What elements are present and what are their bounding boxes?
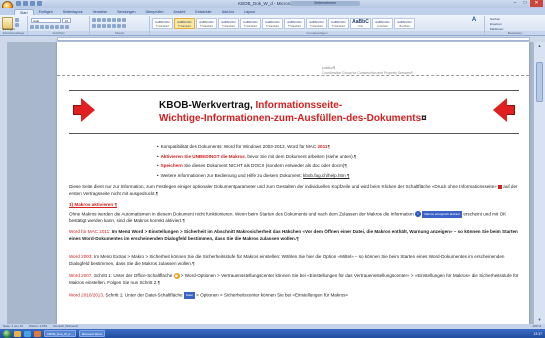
italic-icon[interactable]	[35, 25, 39, 29]
style-item[interactable]: AaBbCcDc ¶ Standard	[152, 18, 173, 29]
paste-button[interactable]: Einfügen	[2, 17, 15, 31]
title-bar: KBOB_Dok_W_d - Microsoft Word Seitenrahm…	[0, 0, 545, 12]
minimize-button[interactable]: –	[510, 0, 520, 7]
arrow-right-head-icon	[81, 98, 95, 122]
scroll-thumb[interactable]	[536, 62, 543, 102]
borders-icon[interactable]	[122, 24, 126, 28]
vertical-scrollbar[interactable]: ▲ ▼	[533, 42, 545, 324]
style-item[interactable]: AaBbCcDc ¶ Standard	[240, 18, 261, 29]
arrow-left-head-icon	[493, 98, 507, 122]
shading-icon[interactable]	[117, 24, 121, 28]
increase-indent-icon[interactable]	[112, 18, 116, 22]
info-banner: KBOB-Werkvertrag, Informationsseite- Wic…	[69, 90, 519, 134]
group-label-font: Schriftart	[28, 31, 89, 35]
list-item: • Weitere Informationen zur Bedienung und…	[157, 172, 350, 178]
cut-icon[interactable]	[15, 18, 19, 22]
word2003-paragraph: Word 2003: Im Menü Extras > Makro > Sich…	[69, 254, 505, 266]
macro-info-tooltip: Makros erfolgreich aktiviert	[422, 211, 463, 218]
taskbar: KBOB_Dok_W_d... Microsoft Word 13:37	[0, 329, 545, 338]
find-button[interactable]: Suchen	[490, 17, 503, 21]
maximize-button[interactable]: □	[520, 0, 530, 7]
sort-icon[interactable]	[117, 18, 121, 22]
header-separator	[57, 75, 529, 76]
file-button-icon: Datei	[183, 292, 195, 299]
style-item-book-title[interactable]: AaBbCcDc Buchtitel	[394, 18, 415, 29]
ribbon: Einfügen Zwischenablage Arial 10 Schrift…	[0, 15, 545, 36]
highlight-icon[interactable]	[60, 25, 64, 29]
multilevel-list-icon[interactable]	[102, 18, 106, 22]
group-clipboard: Einfügen Zwischenablage	[0, 16, 28, 35]
mac-paragraph: Word für MAC 2011: Im Menü Word > Einste…	[69, 229, 518, 241]
group-label-paragraph: Absatz	[90, 31, 149, 35]
style-item[interactable]: AaBbCcDc ¶ Standard	[196, 18, 217, 29]
browser-icon[interactable]	[24, 330, 31, 337]
section-heading: 1) Makros aktivieren ¶	[69, 202, 118, 207]
scroll-down-icon[interactable]: ▼	[535, 317, 544, 323]
font-name-select[interactable]: Arial	[31, 18, 61, 23]
copy-icon[interactable]	[15, 23, 19, 27]
strikethrough-icon[interactable]	[45, 25, 49, 29]
window-controls: – □ ✕	[510, 0, 543, 7]
align-center-icon[interactable]	[97, 24, 101, 28]
group-label-styles: Formatvorlagen	[150, 31, 484, 35]
word2007-paragraph: Word 2007, Schritt 1: Unter der Office-S…	[69, 273, 519, 285]
banner-title: KBOB-Werkvertrag, Informationsseite- Wic…	[159, 100, 427, 124]
group-label-clipboard: Zwischenablage	[0, 31, 27, 35]
window-title: KBOB_Dok_W_d - Microsoft Word	[238, 1, 307, 6]
list-item: • Speichern Sie dieses Dokument NICHT als…	[157, 163, 347, 169]
key-info-list: • Kompatibilität des Dokuments: Word für …	[157, 142, 356, 180]
style-item[interactable]: AaBbCcDc ¶ Standard	[328, 18, 349, 29]
align-left-icon[interactable]	[92, 24, 96, 28]
replace-button[interactable]: Ersetzen	[490, 22, 503, 26]
style-item[interactable]: AaBbCcDc ¶ Standard	[218, 18, 239, 29]
line-spacing-icon[interactable]	[112, 24, 116, 28]
bullets-icon[interactable]	[92, 18, 96, 22]
media-icon[interactable]	[34, 330, 41, 337]
intro-paragraph: Diese Seite dient nur zur Information, z…	[69, 184, 518, 196]
editing-commands: Suchen Ersetzen Markieren	[490, 17, 503, 31]
style-item[interactable]: AaBbCcDc ¶ Standard	[284, 18, 305, 29]
align-right-icon[interactable]	[102, 24, 106, 28]
scroll-up-icon[interactable]: ▲	[535, 43, 544, 49]
numbering-icon[interactable]	[97, 18, 101, 22]
style-item[interactable]: AaBbCcDc ¶ Standard	[262, 18, 283, 29]
select-button[interactable]: Markieren	[490, 27, 503, 31]
style-item[interactable]: AaBbCcDc ¶ Standard	[306, 18, 327, 29]
explorer-icon[interactable]	[14, 330, 21, 337]
justify-icon[interactable]	[107, 24, 111, 28]
clock: 13:37	[533, 331, 543, 336]
list-item: • Kompatibilität des Dokuments: Word für …	[157, 144, 330, 149]
group-paragraph: Absatz	[90, 16, 150, 35]
styles-gallery: AaBbCcDc ¶ Standard AaBbCcDc ¶ Standard Aa…	[152, 18, 415, 29]
help-link[interactable]: kbob.fag.ch/help.htm ¶	[303, 173, 349, 178]
close-button[interactable]: ✕	[530, 0, 543, 7]
change-styles-button[interactable]: A	[467, 17, 481, 29]
word2010-paragraph: Word 2010/2013, Schritt 1: Unter der Dat…	[69, 292, 349, 299]
start-button[interactable]	[3, 329, 11, 338]
info-icon: i	[414, 211, 421, 218]
ribbon-tabs: Start Einfügen Seitenlayout Verweise Sen…	[0, 8, 545, 15]
document-page[interactable]: publikol¶ Coordination Group for Constru…	[57, 42, 529, 324]
group-label-editing: Bearbeiten	[485, 31, 545, 35]
style-item-title[interactable]: AaBbC Titel	[350, 18, 371, 29]
style-item[interactable]: AaBbCcDc ¶ Standard	[174, 18, 195, 29]
macro-paragraph: Ohne Makros werden die Automatismen in d…	[69, 211, 507, 223]
context-tab-hint: Seitenrahmen	[290, 1, 360, 6]
list-item: • Aktivieren Sie UNBEDINGT die Makros, be…	[157, 153, 357, 159]
vertical-ruler[interactable]	[0, 42, 8, 324]
superscript-icon[interactable]	[55, 25, 59, 29]
bold-icon[interactable]	[30, 25, 34, 29]
pilcrow-icon[interactable]	[122, 18, 126, 22]
decrease-indent-icon[interactable]	[107, 18, 111, 22]
font-color-icon[interactable]	[65, 25, 69, 29]
taskbar-item-document[interactable]: KBOB_Dok_W_d...	[44, 330, 76, 337]
taskbar-item-word[interactable]: Microsoft Word	[78, 330, 105, 337]
group-styles: AaBbCcDc ¶ Standard AaBbCcDc ¶ Standard Aa…	[150, 16, 485, 35]
group-font: Arial 10 Schriftart	[28, 16, 90, 35]
font-size-select[interactable]: 10	[62, 18, 71, 23]
subscript-icon[interactable]	[50, 25, 54, 29]
underline-icon[interactable]	[40, 25, 44, 29]
style-item-subtitle[interactable]: AaBbCcDc Untertitel	[372, 18, 393, 29]
